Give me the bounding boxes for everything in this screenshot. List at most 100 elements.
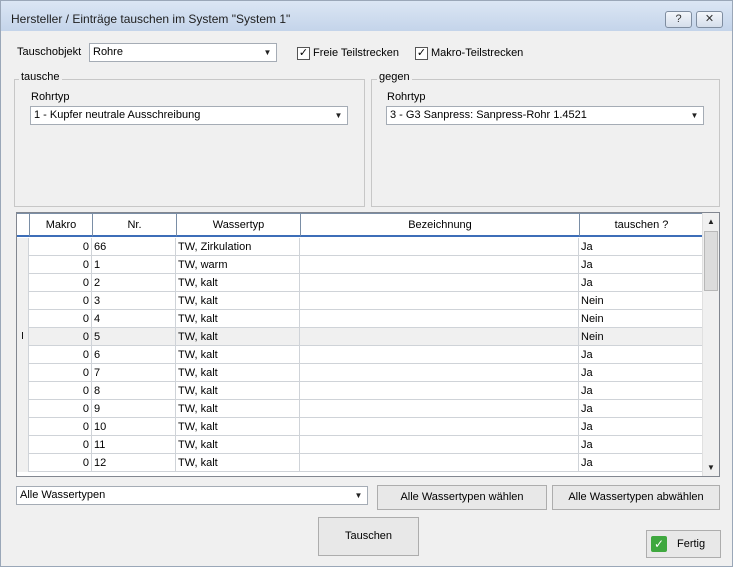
cell-tauschen[interactable]: Nein xyxy=(579,310,703,328)
table-row[interactable]: 0 12 TW, kalt Ja xyxy=(17,454,703,472)
tausche-rohrtyp-select[interactable]: 1 - Kupfer neutrale Ausschreibung ▼ xyxy=(30,106,348,125)
cell-makro[interactable]: 0 xyxy=(29,418,92,436)
cell-wassertyp[interactable]: TW, kalt xyxy=(176,274,300,292)
cell-makro[interactable]: 0 xyxy=(29,454,92,472)
cell-bezeichnung[interactable] xyxy=(300,292,579,310)
cell-bezeichnung[interactable] xyxy=(300,400,579,418)
column-header-bezeichnung[interactable]: Bezeichnung xyxy=(300,213,580,237)
cell-tauschen[interactable]: Nein xyxy=(579,292,703,310)
row-selector[interactable] xyxy=(17,364,29,382)
table-row[interactable]: 0 66 TW, Zirkulation Ja xyxy=(17,238,703,256)
cell-wassertyp[interactable]: TW, kalt xyxy=(176,454,300,472)
table-row[interactable]: 0 6 TW, kalt Ja xyxy=(17,346,703,364)
row-selector[interactable] xyxy=(17,454,29,472)
cell-nr[interactable]: 7 xyxy=(92,364,176,382)
cell-makro[interactable]: 0 xyxy=(29,436,92,454)
cell-tauschen[interactable]: Ja xyxy=(579,382,703,400)
cell-wassertyp[interactable]: TW, kalt xyxy=(176,418,300,436)
table-row[interactable]: 0 9 TW, kalt Ja xyxy=(17,400,703,418)
cell-nr[interactable]: 8 xyxy=(92,382,176,400)
help-button[interactable]: ? xyxy=(665,11,692,28)
cell-nr[interactable]: 11 xyxy=(92,436,176,454)
scroll-thumb[interactable] xyxy=(704,231,718,291)
cell-makro[interactable]: 0 xyxy=(29,292,92,310)
cell-tauschen[interactable]: Ja xyxy=(579,256,703,274)
tauschobjekt-select[interactable]: Rohre ▼ xyxy=(89,43,277,62)
data-grid[interactable]: Makro Nr. Wassertyp Bezeichnung tauschen… xyxy=(16,212,720,477)
column-header-wassertyp[interactable]: Wassertyp xyxy=(176,213,301,237)
column-header-tauschen[interactable]: tauschen ? xyxy=(579,213,703,237)
table-row[interactable]: 0 2 TW, kalt Ja xyxy=(17,274,703,292)
cell-nr[interactable]: 2 xyxy=(92,274,176,292)
column-header-nr[interactable]: Nr. xyxy=(92,213,177,237)
table-row[interactable]: 0 3 TW, kalt Nein xyxy=(17,292,703,310)
row-selector[interactable] xyxy=(17,310,29,328)
cell-wassertyp[interactable]: TW, kalt xyxy=(176,292,300,310)
cell-tauschen[interactable]: Ja xyxy=(579,238,703,256)
cell-bezeichnung[interactable] xyxy=(300,328,579,346)
row-selector[interactable] xyxy=(17,238,29,256)
cell-wassertyp[interactable]: TW, warm xyxy=(176,256,300,274)
table-row[interactable]: 0 4 TW, kalt Nein xyxy=(17,310,703,328)
cell-bezeichnung[interactable] xyxy=(300,382,579,400)
cell-makro[interactable]: 0 xyxy=(29,238,92,256)
cell-wassertyp[interactable]: TW, kalt xyxy=(176,400,300,418)
cell-nr[interactable]: 10 xyxy=(92,418,176,436)
table-row[interactable]: 0 1 TW, warm Ja xyxy=(17,256,703,274)
select-all-wassertypen-button[interactable]: Alle Wassertypen wählen xyxy=(377,485,547,510)
cell-wassertyp[interactable]: TW, Zirkulation xyxy=(176,238,300,256)
row-selector[interactable] xyxy=(17,256,29,274)
cell-tauschen[interactable]: Ja xyxy=(579,364,703,382)
cell-makro[interactable]: 0 xyxy=(29,328,92,346)
cell-nr[interactable]: 1 xyxy=(92,256,176,274)
cell-bezeichnung[interactable] xyxy=(300,238,579,256)
cell-makro[interactable]: 0 xyxy=(29,382,92,400)
cell-makro[interactable]: 0 xyxy=(29,256,92,274)
row-selector[interactable] xyxy=(17,382,29,400)
cell-bezeichnung[interactable] xyxy=(300,418,579,436)
row-selector[interactable] xyxy=(17,274,29,292)
cell-bezeichnung[interactable] xyxy=(300,454,579,472)
row-selector[interactable] xyxy=(17,292,29,310)
table-row[interactable]: 0 7 TW, kalt Ja xyxy=(17,364,703,382)
cell-bezeichnung[interactable] xyxy=(300,436,579,454)
cell-tauschen[interactable]: Ja xyxy=(579,274,703,292)
cell-wassertyp[interactable]: TW, kalt xyxy=(176,310,300,328)
row-selector[interactable] xyxy=(17,346,29,364)
scroll-up-icon[interactable]: ▲ xyxy=(703,213,719,230)
cell-tauschen[interactable]: Ja xyxy=(579,454,703,472)
cell-wassertyp[interactable]: TW, kalt xyxy=(176,382,300,400)
cell-bezeichnung[interactable] xyxy=(300,346,579,364)
tauschen-button[interactable]: Tauschen xyxy=(318,517,419,556)
cell-tauschen[interactable]: Ja xyxy=(579,346,703,364)
cell-nr[interactable]: 66 xyxy=(92,238,176,256)
freie-teilstrecken-checkbox[interactable]: ✓ xyxy=(297,47,310,60)
cell-bezeichnung[interactable] xyxy=(300,274,579,292)
cell-wassertyp[interactable]: TW, kalt xyxy=(176,346,300,364)
cell-wassertyp[interactable]: TW, kalt xyxy=(176,364,300,382)
wassertyp-filter-select[interactable]: Alle Wassertypen ▼ xyxy=(16,486,368,505)
row-selector[interactable] xyxy=(17,436,29,454)
makro-teilstrecken-checkbox[interactable]: ✓ xyxy=(415,47,428,60)
cell-makro[interactable]: 0 xyxy=(29,310,92,328)
cell-bezeichnung[interactable] xyxy=(300,364,579,382)
cell-bezeichnung[interactable] xyxy=(300,310,579,328)
cell-nr[interactable]: 3 xyxy=(92,292,176,310)
cell-makro[interactable]: 0 xyxy=(29,400,92,418)
cell-nr[interactable]: 4 xyxy=(92,310,176,328)
row-selector[interactable]: I xyxy=(17,328,29,346)
cell-nr[interactable]: 12 xyxy=(92,454,176,472)
deselect-all-wassertypen-button[interactable]: Alle Wassertypen abwählen xyxy=(552,485,720,510)
cell-nr[interactable]: 5 xyxy=(92,328,176,346)
cell-makro[interactable]: 0 xyxy=(29,364,92,382)
cell-tauschen[interactable]: Ja xyxy=(579,400,703,418)
gegen-rohrtyp-select[interactable]: 3 - G3 Sanpress: Sanpress-Rohr 1.4521 ▼ xyxy=(386,106,704,125)
close-button[interactable]: ✕ xyxy=(696,11,723,28)
row-selector[interactable] xyxy=(17,418,29,436)
fertig-button[interactable]: ✓ Fertig xyxy=(646,530,721,558)
cell-nr[interactable]: 6 xyxy=(92,346,176,364)
cell-tauschen[interactable]: Ja xyxy=(579,418,703,436)
cell-makro[interactable]: 0 xyxy=(29,346,92,364)
cell-tauschen[interactable]: Nein xyxy=(579,328,703,346)
cell-bezeichnung[interactable] xyxy=(300,256,579,274)
